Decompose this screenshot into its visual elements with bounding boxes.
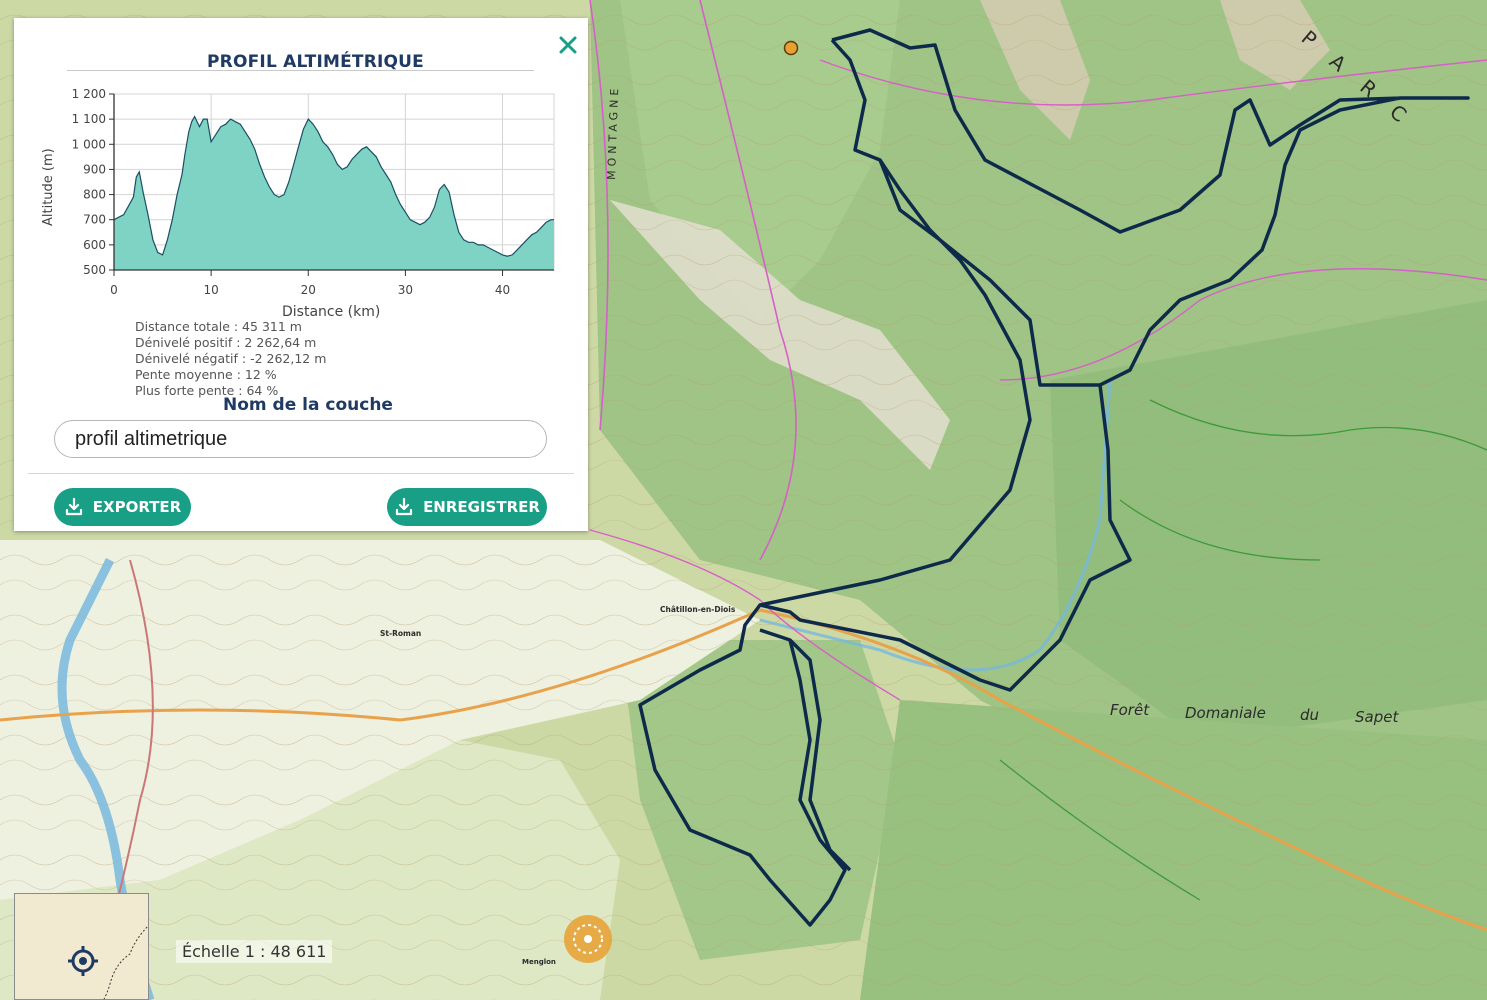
map-label-sapet: Sapet [1355,708,1399,726]
x-tick-label: 20 [301,283,316,297]
x-tick-label: 40 [495,283,510,297]
y-tick-label: 800 [83,188,106,202]
map-marker[interactable] [783,40,799,56]
y-tick-label: 700 [83,213,106,227]
x-tick-label: 10 [203,283,218,297]
overview-map[interactable] [14,893,149,1000]
stat-line: Dénivelé négatif : -2 262,12 m [135,351,327,366]
save-button[interactable]: ENREGISTRER [387,488,547,526]
export-label: EXPORTER [92,498,182,516]
panel-divider [28,473,574,474]
x-tick-label: 30 [398,283,413,297]
export-button[interactable]: EXPORTER [54,488,191,526]
y-tick-label: 900 [83,162,106,176]
layer-name-input[interactable] [54,420,547,458]
x-axis-label: Distance (km) [282,304,380,320]
y-tick-label: 1 000 [72,137,106,151]
map-label-st-roman: St-Roman [380,629,421,638]
download-icon [65,497,82,516]
scale-readout: Échelle 1 : 48 611 [176,940,333,963]
panel-title: PROFIL ALTIMÉTRIQUE [207,52,424,72]
map-label-domaniale: Domaniale [1185,704,1266,722]
elevation-chart: 500 600 700 800 900 1 000 1 100 1 200 0 10 20 30 40… [41,87,555,320]
y-tick-label: 500 [83,263,106,277]
save-label: ENREGISTRER [423,498,540,516]
title-divider [67,70,534,71]
elevation-profile-panel: PROFIL ALTIMÉTRIQUE 500 600 700 800 900 1 000… [14,18,588,531]
map-label-foret: Forêt [1110,701,1150,719]
stat-line: Pente moyenne : 12 % [135,367,277,382]
x-tick-label: 0 [110,283,118,297]
y-tick-label: 1 200 [72,87,106,101]
layer-name-label: Nom de la couche [223,395,393,415]
map-label-menglon: Menglon [522,958,556,966]
y-tick-label: 600 [83,238,106,252]
download-icon [395,497,413,516]
stat-line: Dénivelé positif : 2 262,64 m [135,335,317,350]
x-tick-labels: 0 10 20 30 40 [110,283,510,297]
map-label-du: du [1300,706,1319,724]
stat-line: Distance totale : 45 311 m [135,319,302,334]
gps-position-icon[interactable] [563,914,613,964]
y-tick-label: 1 100 [72,112,106,126]
profile-stats: Distance totale : 45 311 m Dénivelé posit… [135,319,326,399]
map-label-chatillon: Châtillon-en-Diois [660,605,736,614]
close-icon[interactable] [557,34,579,56]
y-axis-label: Altitude (m) [41,148,56,226]
y-tick-labels: 500 600 700 800 900 1 000 1 100 1 200 [72,87,106,277]
crosshair-locate-icon[interactable] [68,946,98,976]
